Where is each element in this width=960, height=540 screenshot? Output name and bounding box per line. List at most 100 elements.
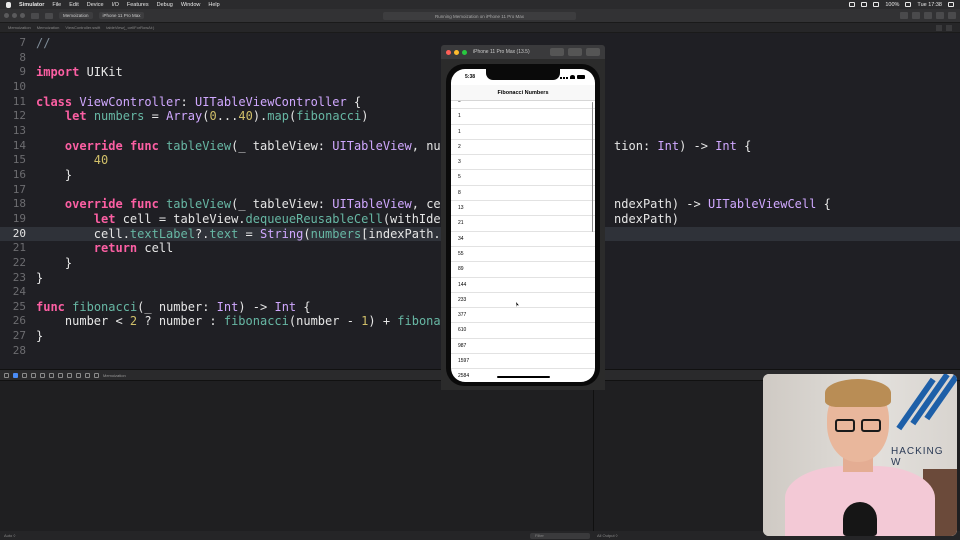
menu-app-name[interactable]: Simulator [19, 2, 44, 8]
line-source[interactable]: func fibonacci(_ number: Int) -> Int { [36, 300, 311, 315]
line-number[interactable]: 17 [0, 183, 26, 198]
zoom-button[interactable] [462, 49, 467, 55]
line-number[interactable]: 28 [0, 344, 26, 359]
table-cell[interactable]: 2 [451, 140, 595, 156]
line-number[interactable]: 20 [0, 227, 26, 242]
debug-toggle[interactable] [936, 12, 944, 19]
line-number[interactable]: 15 [0, 153, 26, 168]
table-cell[interactable]: 8 [451, 186, 595, 202]
apple-icon[interactable] [6, 1, 11, 8]
line-number[interactable]: 10 [0, 80, 26, 95]
scroll-indicator[interactable] [591, 102, 593, 232]
line-number[interactable]: 18 [0, 197, 26, 212]
line-number[interactable]: 16 [0, 168, 26, 183]
table-cell[interactable]: 55 [451, 247, 595, 263]
view-debugger-icon[interactable] [58, 372, 63, 378]
line-source[interactable]: } [36, 168, 72, 183]
jumpbar-crumb[interactable]: Memoization [37, 25, 60, 30]
jumpbar-crumb[interactable]: tableView(_:cellForRowAt:) [106, 25, 154, 30]
line-number[interactable]: 14 [0, 139, 26, 154]
minimize-button[interactable] [12, 13, 17, 18]
menu-io[interactable]: I/O [112, 2, 119, 8]
menu-features[interactable]: Features [127, 2, 149, 8]
line-source[interactable]: 40 [36, 153, 108, 168]
library-button[interactable] [900, 12, 908, 19]
line-number[interactable]: 7 [0, 36, 26, 51]
status-icon[interactable] [849, 2, 856, 7]
zoom-button[interactable] [20, 13, 25, 18]
debug-target-label[interactable]: Memoization [103, 373, 126, 378]
inspector-toggle[interactable] [948, 12, 956, 19]
destination-selector[interactable]: iPhone 11 Pro Max [98, 12, 145, 19]
table-cell[interactable]: 21 [451, 216, 595, 232]
line-source[interactable]: return cell [36, 241, 173, 256]
fibonacci-table[interactable]: 0 1 1 2 3 5 8 13 21 34 55 89 144 233 377 610 987 1597 2584 [451, 94, 595, 382]
scheme-selector[interactable]: Memoization [59, 12, 93, 19]
table-cell[interactable]: 34 [451, 232, 595, 247]
minimize-button[interactable] [454, 49, 459, 55]
phone-screen[interactable]: 5:38 0 1 1 2 3 5 8 13 21 34 55 89 144 233 377 610 987 159… [451, 69, 595, 382]
line-number[interactable]: 26 [0, 314, 26, 329]
line-number[interactable]: 21 [0, 241, 26, 256]
line-source[interactable]: let numbers = Array(0...40).map(fibonacc… [36, 109, 369, 124]
step-out-icon[interactable] [49, 372, 54, 378]
code-review-button[interactable] [912, 12, 920, 19]
navigator-toggle[interactable] [924, 12, 932, 19]
run-button[interactable] [31, 12, 39, 19]
line-number[interactable]: 27 [0, 329, 26, 344]
table-cell[interactable]: 1 [451, 125, 595, 140]
memory-graph-icon[interactable] [67, 372, 72, 378]
output-selector[interactable]: All Output ◊ [597, 533, 618, 538]
wifi-icon[interactable] [873, 2, 880, 7]
line-source[interactable]: } [36, 329, 43, 344]
debug-divider[interactable] [593, 381, 594, 540]
line-number[interactable]: 13 [0, 124, 26, 139]
line-number[interactable]: 23 [0, 271, 26, 286]
table-cell[interactable]: 144 [451, 278, 595, 293]
search-icon[interactable] [948, 2, 954, 7]
location-icon[interactable] [85, 372, 90, 378]
line-number[interactable]: 24 [0, 285, 26, 300]
menu-device[interactable]: Device [87, 2, 104, 8]
hide-debug-area-icon[interactable] [4, 372, 9, 378]
menu-debug[interactable]: Debug [157, 2, 173, 8]
add-editor-icon[interactable] [946, 25, 952, 31]
line-source[interactable]: override func tableView(_ tableView: UIT… [36, 197, 831, 212]
screenshot-icon[interactable] [550, 48, 564, 56]
stop-button[interactable] [45, 12, 53, 19]
table-cell[interactable]: 13 [451, 201, 595, 217]
breakpoints-toggle-icon[interactable] [13, 372, 18, 378]
table-cell[interactable]: 987 [451, 339, 595, 355]
line-number[interactable]: 22 [0, 256, 26, 271]
line-source[interactable]: number < 2 ? number : fibonacci(number -… [36, 314, 448, 329]
editor-options-icon[interactable] [936, 25, 942, 31]
line-source[interactable]: } [36, 256, 72, 271]
variables-scope-selector[interactable]: Auto ◊ [4, 533, 15, 538]
step-into-icon[interactable] [40, 372, 45, 378]
table-cell[interactable]: 1597 [451, 354, 595, 370]
table-cell[interactable]: 89 [451, 262, 595, 278]
table-cell[interactable]: 1 [451, 109, 595, 125]
environment-overrides-icon[interactable] [76, 372, 81, 378]
pause-icon[interactable] [22, 372, 27, 378]
simulator-titlebar[interactable]: iPhone 11 Pro Max (13.5) [441, 45, 605, 59]
line-number[interactable]: 19 [0, 212, 26, 227]
line-source[interactable]: cell.textLabel?.text = String(numbers[in… [36, 227, 448, 242]
table-cell[interactable]: 610 [451, 323, 595, 339]
line-number[interactable]: 9 [0, 65, 26, 80]
home-icon[interactable] [568, 48, 582, 56]
line-number[interactable]: 25 [0, 300, 26, 315]
menu-help[interactable]: Help [208, 2, 219, 8]
table-cell[interactable]: 377 [451, 308, 595, 324]
line-number[interactable]: 11 [0, 95, 26, 110]
line-source[interactable]: class ViewController: UITableViewControl… [36, 95, 361, 110]
line-source[interactable]: } [36, 271, 43, 286]
line-number[interactable]: 8 [0, 51, 26, 66]
battery-icon[interactable] [905, 2, 912, 7]
menu-file[interactable]: File [52, 2, 61, 8]
menu-edit[interactable]: Edit [69, 2, 78, 8]
table-cell[interactable]: 3 [451, 155, 595, 171]
line-number[interactable]: 12 [0, 109, 26, 124]
table-cell[interactable]: 233 [451, 293, 595, 309]
filter-input[interactable]: Filter [530, 532, 590, 539]
